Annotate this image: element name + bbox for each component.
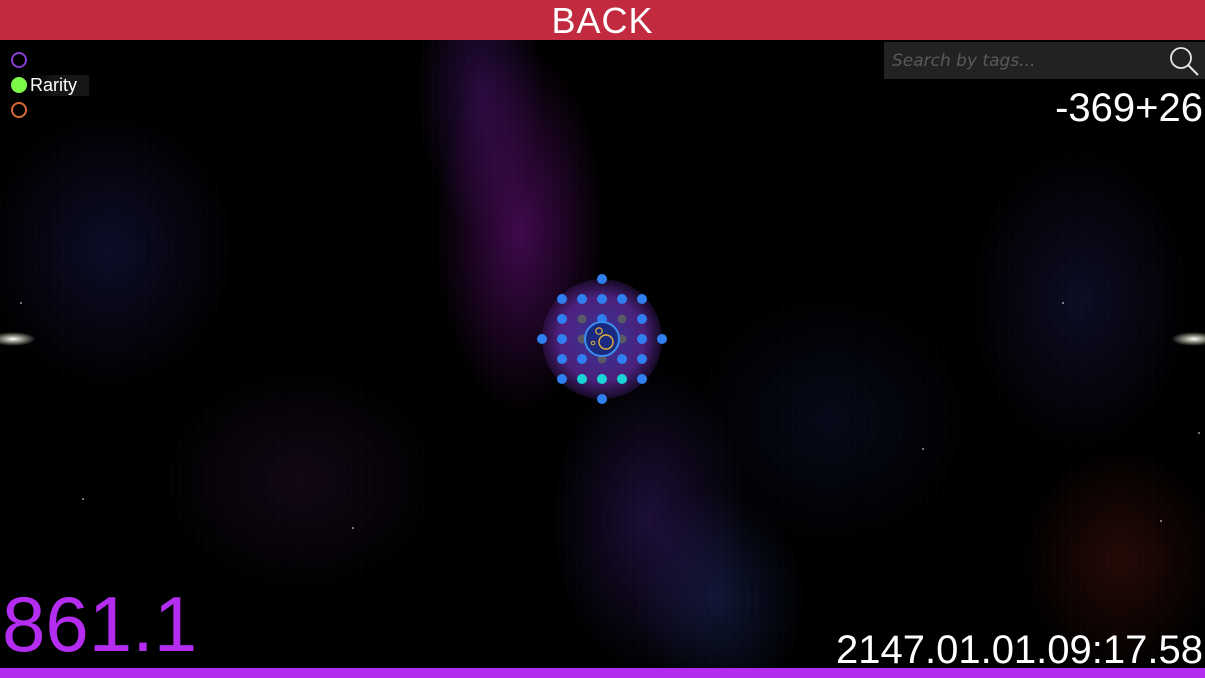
search-icon[interactable] xyxy=(1167,44,1201,78)
back-button[interactable]: BACK xyxy=(0,0,1205,41)
planet-dot xyxy=(617,314,627,324)
edge-star-left[interactable] xyxy=(0,332,36,346)
planet-dot xyxy=(557,294,567,304)
legend-label: Rarity xyxy=(30,74,90,96)
planet-dot xyxy=(637,314,647,324)
star-system[interactable] xyxy=(534,273,670,409)
planet-dot xyxy=(597,274,607,284)
circle-icon xyxy=(11,102,27,118)
planet-dot xyxy=(617,374,627,384)
background-star xyxy=(1198,432,1200,434)
planet-dot xyxy=(557,314,567,324)
planet-dot xyxy=(617,294,627,304)
planet-dot xyxy=(577,374,587,384)
planet-dot xyxy=(597,294,607,304)
game-date-time: 2147.01.01.09:17.58 xyxy=(835,628,1203,672)
bottom-status-strip xyxy=(0,668,1205,678)
orbit-ring xyxy=(584,321,620,357)
legend: Rarity xyxy=(8,48,123,123)
background-star xyxy=(20,302,22,304)
planet-dot xyxy=(577,294,587,304)
edge-star-right[interactable] xyxy=(1171,332,1205,346)
planet-dot xyxy=(597,394,607,404)
search-bar xyxy=(884,42,1205,79)
planet-dot xyxy=(557,334,567,344)
planet-dot xyxy=(637,334,647,344)
circle-icon xyxy=(11,52,27,68)
planet-dot xyxy=(637,294,647,304)
background-star xyxy=(922,448,924,450)
background-star xyxy=(1062,302,1064,304)
galaxy-map[interactable]: BACK Rarity -369+26 861.1 2147.01.01.09:… xyxy=(0,0,1205,678)
planet-dot xyxy=(557,354,567,364)
planet-dot xyxy=(557,374,567,384)
score-value: 861.1 xyxy=(2,580,198,668)
planet-dot xyxy=(577,354,587,364)
filled-circle-icon xyxy=(11,77,27,93)
background-star xyxy=(1160,520,1162,522)
background-star xyxy=(82,498,84,500)
planet-dot xyxy=(537,334,547,344)
planet-dot xyxy=(617,354,627,364)
background-star xyxy=(352,527,354,529)
legend-item[interactable] xyxy=(8,98,123,122)
planet-dot xyxy=(637,374,647,384)
coordinates-readout: -369+26 xyxy=(1055,86,1203,130)
planet-dot xyxy=(577,314,587,324)
star-system-graphic xyxy=(537,274,667,404)
legend-item-rarity[interactable]: Rarity xyxy=(8,73,123,97)
search-input[interactable] xyxy=(890,47,1164,75)
planet-dot xyxy=(637,354,647,364)
legend-item[interactable] xyxy=(8,48,123,72)
planet-dot xyxy=(657,334,667,344)
planet-dot xyxy=(597,374,607,384)
